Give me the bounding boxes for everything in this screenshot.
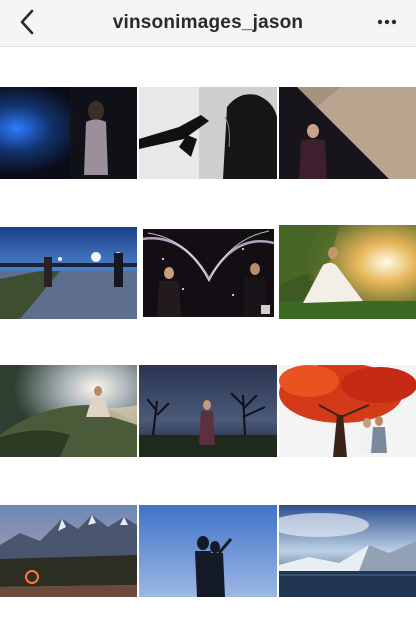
photo-grid xyxy=(0,46,416,640)
photo-thumbnail[interactable] xyxy=(0,505,137,597)
photo-thumbnail[interactable] xyxy=(0,87,137,179)
photo-image xyxy=(279,87,416,179)
more-horizontal-icon xyxy=(377,19,397,25)
photo-thumbnail[interactable] xyxy=(139,505,277,597)
photo-image xyxy=(279,225,416,319)
photo-thumbnail[interactable] xyxy=(279,505,416,597)
photo-thumbnail[interactable] xyxy=(0,227,137,319)
photo-image xyxy=(139,365,277,457)
photo-image xyxy=(0,87,137,179)
app-header: vinsonimages_jason xyxy=(0,0,416,47)
photo-thumbnail[interactable] xyxy=(279,365,416,457)
photo-image xyxy=(279,365,416,457)
photo-thumbnail[interactable] xyxy=(139,365,277,457)
photo-thumbnail[interactable] xyxy=(139,87,277,179)
profile-username: vinsonimages_jason xyxy=(112,12,304,33)
photo-thumbnail[interactable] xyxy=(0,365,137,457)
photo-image xyxy=(0,505,137,597)
photo-thumbnail[interactable] xyxy=(143,229,274,317)
photo-image xyxy=(0,227,137,319)
photo-thumbnail[interactable] xyxy=(279,225,416,319)
photo-image xyxy=(139,87,277,179)
photo-thumbnail[interactable] xyxy=(279,87,416,179)
photo-image xyxy=(0,365,137,457)
photo-image xyxy=(279,505,416,597)
photo-image xyxy=(139,505,277,597)
back-button[interactable] xyxy=(12,7,42,37)
chevron-left-icon xyxy=(20,9,34,35)
more-options-button[interactable] xyxy=(372,10,402,34)
photo-image xyxy=(143,229,274,317)
